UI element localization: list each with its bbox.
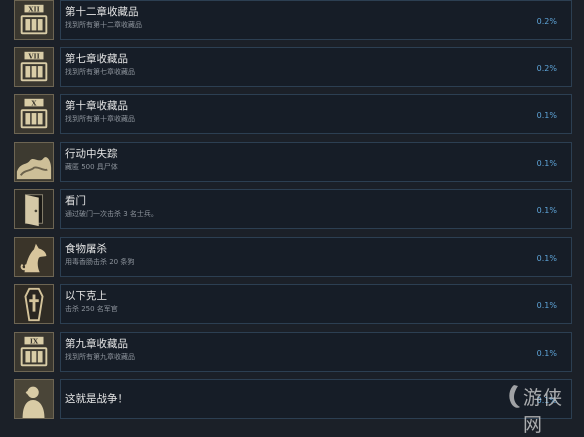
saluting-soldier-icon: [14, 379, 54, 419]
achievement-title: 食物屠杀: [65, 243, 107, 255]
achievement-title: 第十二章收藏品: [65, 6, 139, 18]
achievement-row: XII 第十二章收藏品找到所有第十二章收藏品 0.2%: [0, 0, 584, 43]
unlock-percentage: 0.1%: [536, 349, 557, 358]
achievement-description: 找到所有第九章收藏品: [65, 353, 135, 361]
achievement-row: X 第十章收藏品找到所有第十章收藏品 0.1%: [0, 94, 584, 137]
achievement-description: 通过破门一次击杀 3 名士兵。: [65, 210, 158, 218]
achievement-panel: 看门通过破门一次击杀 3 名士兵。 0.1%: [60, 189, 572, 229]
collectibles-vii-icon: VII: [14, 47, 54, 87]
achievement-panel: 第七章收藏品找到所有第七章收藏品 0.2%: [60, 47, 572, 87]
dog-icon: [14, 237, 54, 277]
achievement-row: 看门通过破门一次击杀 3 名士兵。 0.1%: [0, 189, 584, 232]
achievement-description: 用毒香肠击杀 20 条狗: [65, 258, 135, 266]
achievement-description: 藏匿 500 具尸体: [65, 163, 118, 171]
achievement-row: 行动中失踪藏匿 500 具尸体 0.1%: [0, 142, 584, 185]
achievement-title: 这就是战争！: [65, 393, 128, 405]
collectibles-ix-icon: IX: [14, 332, 54, 372]
achievement-row: IX 第九章收藏品找到所有第九章收藏品 0.1%: [0, 332, 584, 375]
achievement-description: 找到所有第七章收藏品: [65, 68, 135, 76]
svg-text:X: X: [31, 99, 37, 107]
door-icon: [14, 189, 54, 229]
unlock-percentage: 0.1%: [536, 111, 557, 120]
coffin-icon: [14, 284, 54, 324]
achievement-panel: 第十二章收藏品找到所有第十二章收藏品 0.2%: [60, 0, 572, 40]
achievement-title: 第九章收藏品: [65, 338, 128, 350]
achievement-panel: 行动中失踪藏匿 500 具尸体 0.1%: [60, 142, 572, 182]
unlock-percentage: 0.2%: [536, 17, 557, 26]
achievement-title: 第七章收藏品: [65, 53, 128, 65]
svg-text:IX: IX: [30, 337, 39, 345]
svg-text:XII: XII: [28, 5, 39, 13]
achievement-description: 击杀 250 名军官: [65, 305, 118, 313]
unlock-percentage: 0.1%: [536, 301, 557, 310]
achievement-row: VII 第七章收藏品找到所有第七章收藏品 0.2%: [0, 47, 584, 90]
unlock-percentage: 0.1%: [536, 396, 557, 405]
collectibles-x-icon: X: [14, 94, 54, 134]
achievement-panel: 以下克上击杀 250 名军官 0.1%: [60, 284, 572, 324]
achievement-description: 找到所有第十章收藏品: [65, 115, 135, 123]
unlock-percentage: 0.1%: [536, 206, 557, 215]
svg-text:VII: VII: [27, 52, 39, 60]
achievement-panel: 这就是战争！ 0.1%: [60, 379, 572, 419]
achievement-title: 第十章收藏品: [65, 100, 128, 112]
achievement-panel: 食物屠杀用毒香肠击杀 20 条狗 0.1%: [60, 237, 572, 277]
achievement-title: 行动中失踪: [65, 148, 118, 160]
achievement-panel: 第十章收藏品找到所有第十章收藏品 0.1%: [60, 94, 572, 134]
achievement-description: 找到所有第十二章收藏品: [65, 21, 142, 29]
hidden-bodies-icon: [14, 142, 54, 182]
collectibles-xii-icon: XII: [14, 0, 54, 40]
achievement-title: 以下克上: [65, 290, 107, 302]
achievement-title: 看门: [65, 195, 86, 207]
unlock-percentage: 0.1%: [536, 159, 557, 168]
unlock-percentage: 0.2%: [536, 64, 557, 73]
achievement-row: 以下克上击杀 250 名军官 0.1%: [0, 284, 584, 327]
unlock-percentage: 0.1%: [536, 254, 557, 263]
achievement-row: 食物屠杀用毒香肠击杀 20 条狗 0.1%: [0, 237, 584, 280]
achievement-panel: 第九章收藏品找到所有第九章收藏品 0.1%: [60, 332, 572, 372]
achievement-row: 这就是战争！ 0.1%: [0, 379, 584, 422]
